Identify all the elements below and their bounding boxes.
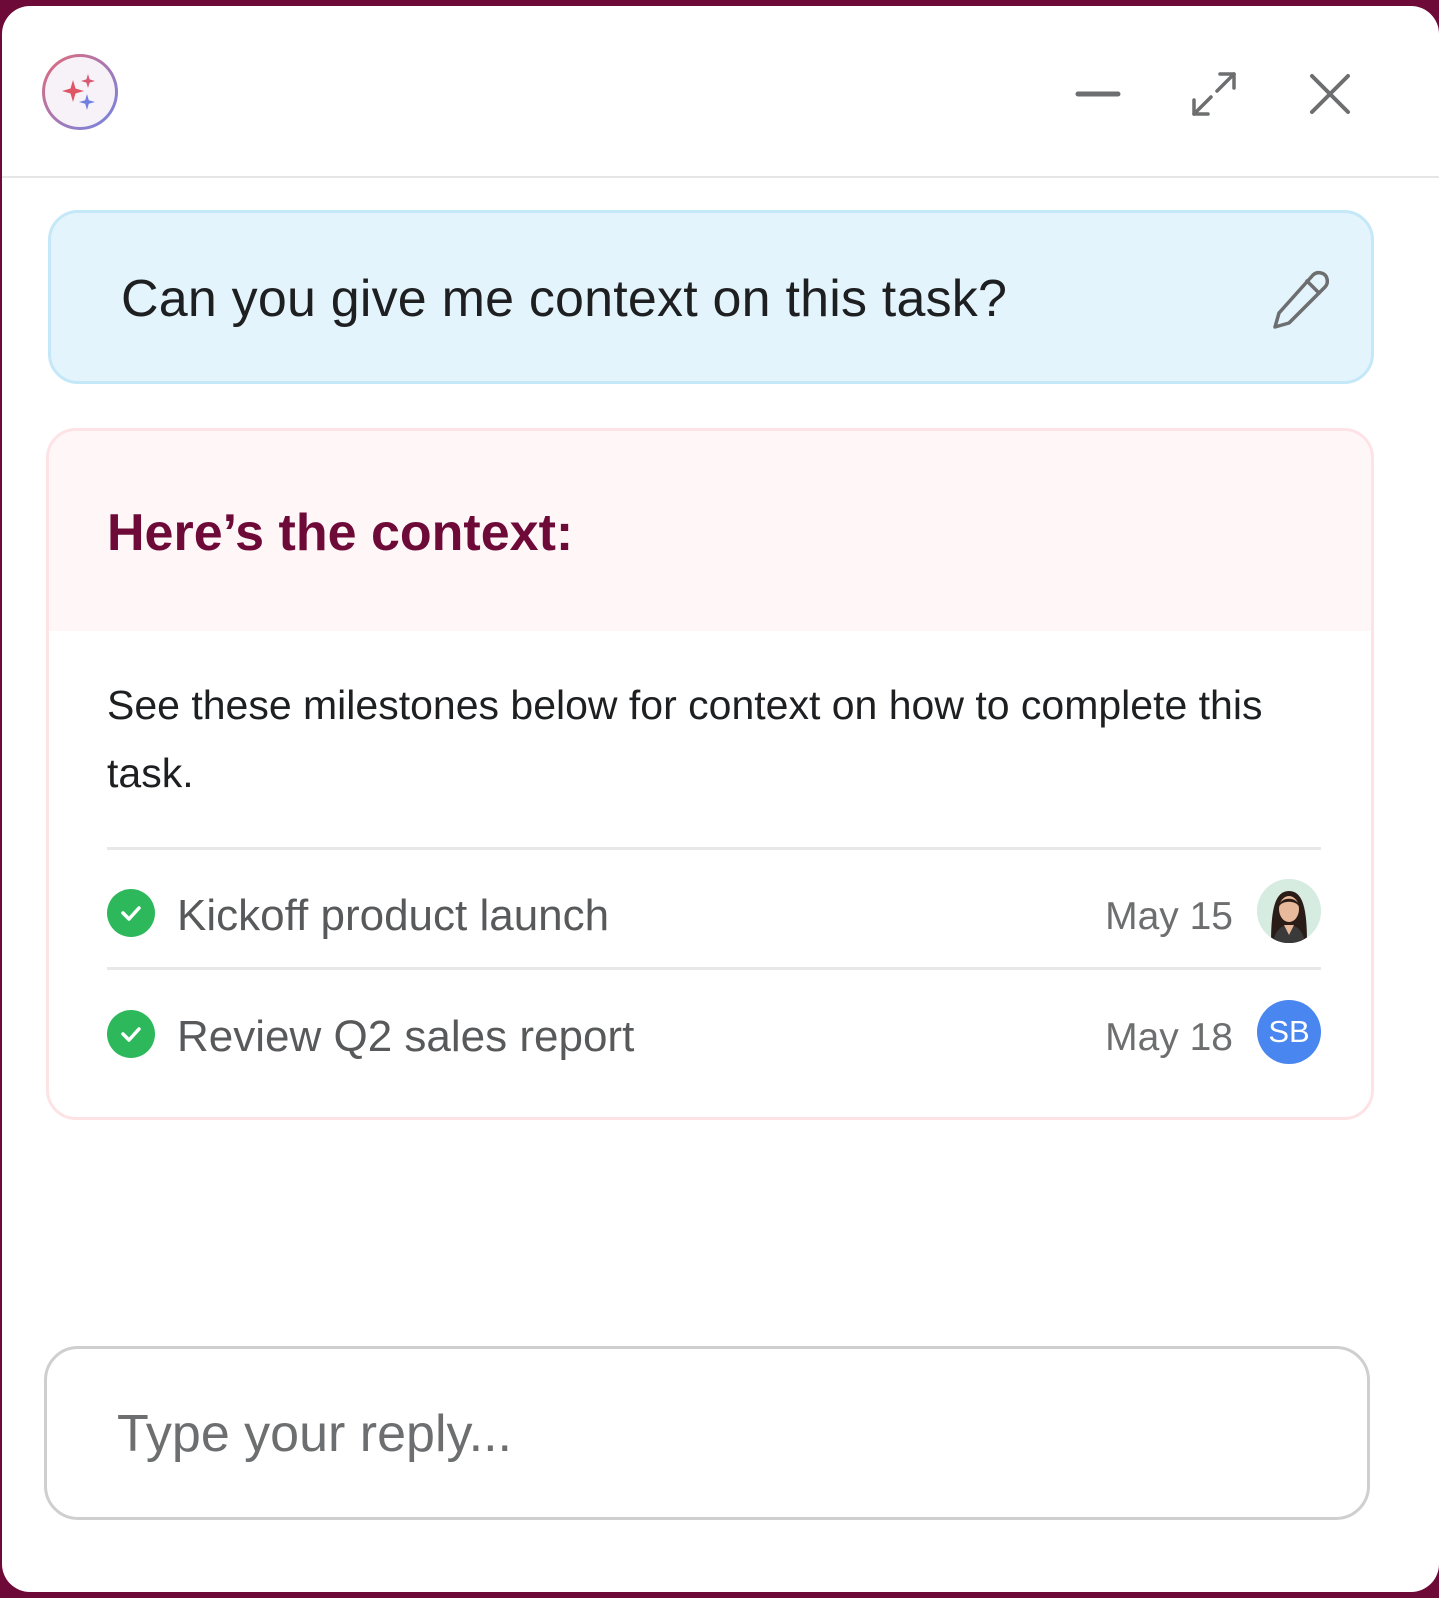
close-button[interactable] — [1300, 64, 1360, 124]
pencil-icon — [1273, 270, 1330, 329]
ai-logo — [42, 54, 118, 130]
divider — [107, 847, 1321, 850]
divider — [107, 967, 1321, 970]
reply-box — [44, 1346, 1370, 1520]
avatar[interactable]: SB — [1257, 1000, 1321, 1064]
reply-input[interactable] — [117, 1389, 1297, 1479]
ai-answer-card: Here’s the context: See these milestones… — [46, 428, 1374, 1120]
user-question-bubble: Can you give me context on this task? — [48, 210, 1374, 384]
ai-assistant-window: Can you give me context on this task? He… — [2, 6, 1439, 1592]
person-photo-icon — [1257, 879, 1321, 943]
avatar[interactable] — [1257, 879, 1321, 943]
milestone-row[interactable]: Review Q2 sales report May 18 SB — [107, 978, 1321, 1088]
answer-description: See these milestones below for context o… — [107, 682, 1263, 796]
check-circle-icon[interactable] — [107, 889, 155, 937]
milestone-row[interactable]: Kickoff product launch May 15 — [107, 857, 1321, 967]
check-circle-icon[interactable] — [107, 1010, 155, 1058]
milestone-date: May 18 — [1105, 1016, 1233, 1059]
milestone-name[interactable]: Review Q2 sales report — [177, 1012, 634, 1062]
milestone-date: May 15 — [1105, 895, 1233, 938]
expand-icon — [1192, 72, 1236, 116]
answer-header: Here’s the context: — [49, 431, 1371, 631]
edit-question-button[interactable] — [1265, 265, 1335, 335]
window-header — [2, 6, 1439, 178]
sparkles-icon — [45, 57, 115, 127]
close-icon — [1310, 74, 1350, 114]
minimize-button[interactable] — [1068, 64, 1128, 124]
question-text: Can you give me context on this task? — [121, 270, 1008, 328]
answer-title: Here’s the context: — [107, 504, 574, 562]
milestone-name[interactable]: Kickoff product launch — [177, 891, 609, 941]
minimize-icon — [1075, 91, 1121, 97]
expand-button[interactable] — [1184, 64, 1244, 124]
